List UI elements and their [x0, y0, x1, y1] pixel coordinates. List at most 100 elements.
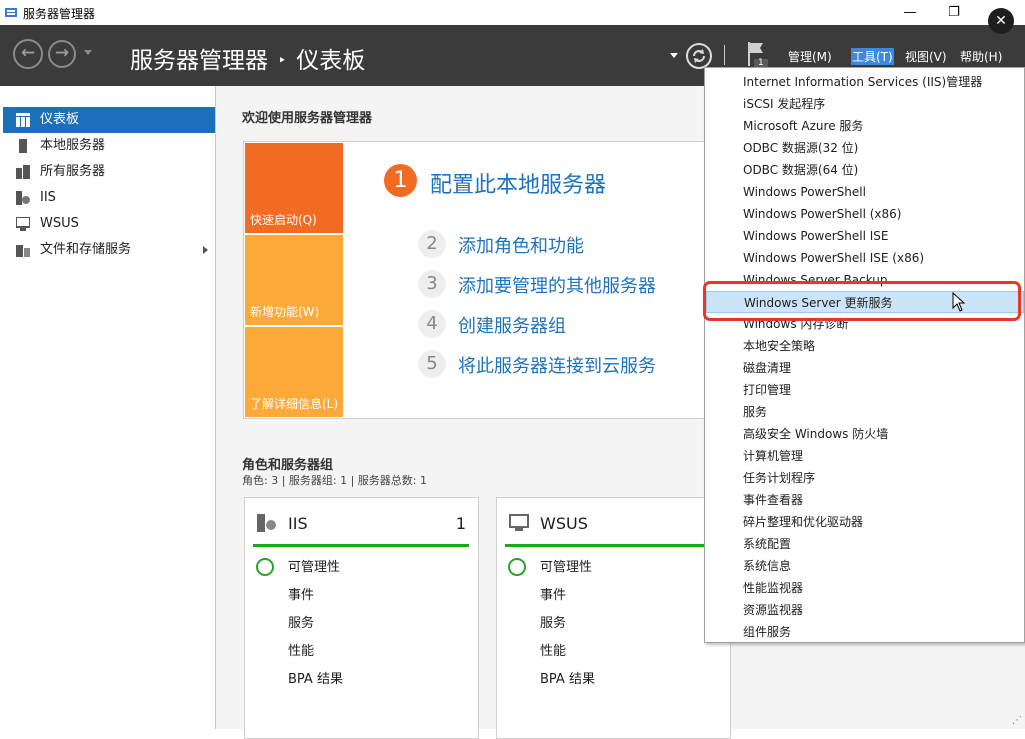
menu-item-performance-monitor[interactable]: 性能监视器: [706, 577, 1024, 599]
menu-item-label: 组件服务: [743, 625, 792, 639]
menu-item-odbc32[interactable]: ODBC 数据源(32 位): [706, 137, 1024, 159]
menu-item-label: Windows PowerShell ISE: [743, 229, 889, 243]
menu-item-label: Windows PowerShell ISE (x86): [743, 251, 925, 265]
menu-item-label: 高级安全 Windows 防火墙: [743, 427, 889, 441]
forward-arrow-icon: →: [54, 43, 70, 63]
add-servers-link[interactable]: 添加要管理的其他服务器: [458, 272, 656, 298]
card-title[interactable]: WSUS: [540, 514, 588, 533]
toolbar-divider: [724, 45, 725, 65]
menu-item-label: Microsoft Azure 服务: [743, 119, 864, 133]
tile-whats-new[interactable]: 新增功能(W): [245, 235, 343, 325]
server-manager-app-icon: [5, 8, 17, 17]
sidebar-item-label: 所有服务器: [40, 164, 106, 179]
minimize-button[interactable]: —: [888, 0, 932, 25]
menu-item-system-info[interactable]: 系统信息: [706, 555, 1024, 577]
menu-item-powershell-ise[interactable]: Windows PowerShell ISE: [706, 225, 1024, 247]
refresh-button[interactable]: [686, 43, 712, 69]
roles-summary: 角色: 3 | 服务器组: 1 | 服务器总数: 1: [242, 474, 428, 487]
menu-item-resource-monitor[interactable]: 资源监视器: [706, 599, 1024, 621]
card-row-performance[interactable]: 性能: [540, 640, 566, 659]
sidebar-item-local-server[interactable]: 本地服务器: [3, 133, 215, 159]
iis-icon: [257, 514, 276, 532]
step-number-badge: 1: [384, 164, 417, 197]
close-button[interactable]: ✕: [988, 8, 1014, 34]
card-row-bpa[interactable]: BPA 结果: [540, 668, 595, 687]
card-row-services[interactable]: 服务: [540, 612, 566, 631]
toolbar-dropdown-icon[interactable]: [670, 53, 678, 58]
sidebar-item-iis[interactable]: IIS: [3, 185, 215, 211]
menu-help[interactable]: 帮助(H): [960, 48, 1002, 65]
refresh-icon: [693, 49, 705, 63]
wsus-icon: [16, 217, 30, 231]
storage-icon: [16, 245, 30, 257]
notifications-flag-button[interactable]: 1: [745, 40, 769, 70]
menu-item-label: 任务计划程序: [743, 471, 816, 485]
menu-item-firewall[interactable]: 高级安全 Windows 防火墙: [706, 423, 1024, 445]
tile-label: 新增功能(W): [250, 305, 320, 319]
menu-item-label: 碎片整理和优化驱动器: [743, 515, 864, 529]
menu-item-disk-cleanup[interactable]: 磁盘清理: [706, 357, 1024, 379]
breadcrumb-separator: ‣: [278, 53, 287, 69]
menu-item-powershell-x86[interactable]: Windows PowerShell (x86): [706, 203, 1024, 225]
menu-item-powershell[interactable]: Windows PowerShell: [706, 181, 1024, 203]
menu-item-component-services[interactable]: 组件服务: [706, 621, 1024, 643]
menu-manage[interactable]: 管理(M): [788, 48, 832, 65]
sidebar-item-all-servers[interactable]: 所有服务器: [3, 159, 215, 185]
create-server-group-link[interactable]: 创建服务器组: [458, 312, 566, 338]
menu-item-services[interactable]: 服务: [706, 401, 1024, 423]
tile-learn-more[interactable]: 了解详细信息(L): [245, 327, 343, 417]
menu-item-print-management[interactable]: 打印管理: [706, 379, 1024, 401]
resize-grip-icon[interactable]: ⋰: [1012, 715, 1022, 726]
menu-item-iscsi[interactable]: iSCSI 发起程序: [706, 93, 1024, 115]
status-bar: [253, 544, 469, 547]
card-row-performance[interactable]: 性能: [288, 640, 314, 659]
step-number-badge: 4: [418, 310, 446, 338]
card-count: 1: [455, 514, 466, 533]
menu-item-odbc64[interactable]: ODBC 数据源(64 位): [706, 159, 1024, 181]
role-card-iis[interactable]: IIS 1 可管理性 事件 服务 性能 BPA 结果: [244, 497, 479, 739]
sidebar-item-wsus[interactable]: WSUS: [3, 211, 215, 237]
menu-item-task-scheduler[interactable]: 任务计划程序: [706, 467, 1024, 489]
menu-item-computer-management[interactable]: 计算机管理: [706, 445, 1024, 467]
maximize-button[interactable]: ❐: [932, 0, 976, 25]
card-row-events[interactable]: 事件: [540, 584, 566, 603]
menu-item-label: ODBC 数据源(32 位): [743, 141, 859, 155]
tile-quick-start[interactable]: 快速启动(Q): [245, 143, 343, 233]
close-icon: ✕: [995, 13, 1007, 29]
forward-button[interactable]: →: [48, 40, 76, 68]
sidebar: 仪表板 本地服务器 所有服务器 IIS WSUS 文件和存储服务: [0, 86, 216, 729]
card-row-manageability[interactable]: 可管理性: [540, 556, 592, 575]
menu-item-azure[interactable]: Microsoft Azure 服务: [706, 115, 1024, 137]
card-row-services[interactable]: 服务: [288, 612, 314, 631]
role-card-wsus[interactable]: WSUS 可管理性 事件 服务 性能 BPA 结果: [496, 497, 731, 739]
menu-item-powershell-ise-x86[interactable]: Windows PowerShell ISE (x86): [706, 247, 1024, 269]
menu-item-label: ODBC 数据源(64 位): [743, 163, 859, 177]
mouse-cursor-icon: [952, 292, 966, 312]
connect-cloud-link[interactable]: 将此服务器连接到云服务: [458, 352, 656, 378]
tile-label: 快速启动(Q): [250, 213, 317, 227]
menu-item-iis-manager[interactable]: Internet Information Services (IIS)管理器: [706, 71, 1024, 93]
card-title[interactable]: IIS: [288, 514, 308, 533]
wsus-icon: [509, 514, 529, 531]
menu-item-label: 系统信息: [743, 559, 792, 573]
menu-item-label: 计算机管理: [743, 449, 804, 463]
configure-local-server-link[interactable]: 配置此本地服务器: [430, 167, 606, 199]
menu-item-local-security-policy[interactable]: 本地安全策略: [706, 335, 1024, 357]
back-button[interactable]: ←: [13, 39, 43, 69]
history-dropdown-icon[interactable]: [84, 50, 92, 55]
card-row-bpa[interactable]: BPA 结果: [288, 668, 343, 687]
sidebar-item-file-storage[interactable]: 文件和存储服务: [3, 237, 215, 263]
menu-item-event-viewer[interactable]: 事件查看器: [706, 489, 1024, 511]
tile-label: 了解详细信息(L): [250, 397, 339, 411]
menu-item-system-config[interactable]: 系统配置: [706, 533, 1024, 555]
sidebar-item-label: 本地服务器: [40, 138, 106, 153]
menu-tools[interactable]: 工具(T): [851, 48, 894, 65]
add-roles-features-link[interactable]: 添加角色和功能: [458, 232, 584, 258]
menu-item-defrag[interactable]: 碎片整理和优化驱动器: [706, 511, 1024, 533]
step-number-badge: 5: [418, 350, 446, 378]
expand-arrow-icon[interactable]: [203, 246, 208, 254]
card-row-events[interactable]: 事件: [288, 584, 314, 603]
card-row-manageability[interactable]: 可管理性: [288, 556, 340, 575]
sidebar-item-dashboard[interactable]: 仪表板: [3, 107, 215, 133]
menu-view[interactable]: 视图(V): [905, 48, 947, 65]
